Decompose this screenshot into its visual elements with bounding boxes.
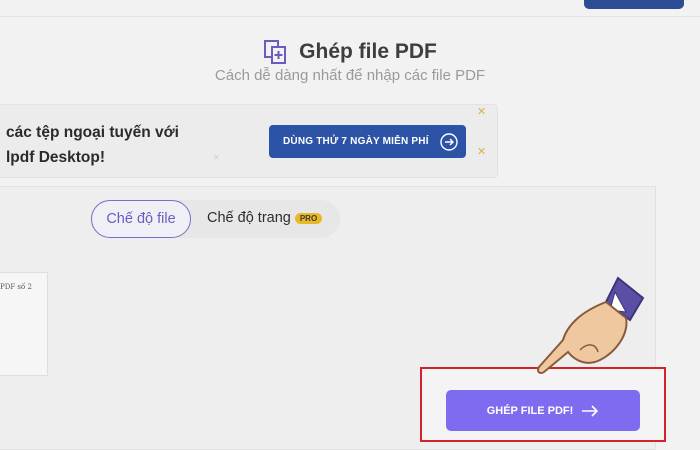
- page-mode-button[interactable]: Chế độ trang PRO: [207, 210, 323, 226]
- pro-badge: PRO: [294, 212, 323, 224]
- merge-pdf-button[interactable]: GHÉP FILE PDF!: [446, 390, 640, 431]
- top-account-button[interactable]: [584, 0, 684, 9]
- free-trial-label: DÙNG THỬ 7 NGÀY MIỄN PHÍ: [283, 136, 429, 147]
- arrow-right-icon: [582, 404, 599, 417]
- file-name-label: PDF số 2: [0, 283, 32, 291]
- arrow-circle-icon: [440, 132, 458, 151]
- merge-pdf-label: GHÉP FILE PDF!: [486, 404, 574, 417]
- promo-text: các tệp ngoại tuyến với lpdf Desktop!: [6, 120, 179, 170]
- header-divider: [0, 16, 700, 17]
- promo-line-2: lpdf Desktop!: [6, 149, 106, 166]
- page-mode-label: Chế độ trang: [207, 210, 291, 226]
- page-title: Ghép file PDF: [299, 40, 437, 63]
- promo-line-1: các tệp ngoại tuyến với: [6, 124, 179, 141]
- sparkle-icon: ✕: [477, 146, 487, 158]
- sparkle-icon: ✕: [477, 106, 487, 118]
- pointing-hand-icon: [536, 276, 645, 375]
- page-header: Ghép file PDF: [0, 38, 700, 66]
- page-subtitle: Cách dễ dàng nhất để nhập các file PDF: [214, 67, 486, 84]
- free-trial-button[interactable]: DÙNG THỬ 7 NGÀY MIỄN PHÍ: [269, 125, 466, 158]
- file-mode-button[interactable]: Chế độ file: [91, 200, 191, 238]
- merge-pdf-icon: [264, 40, 287, 64]
- sparkle-icon: ✕: [213, 153, 220, 162]
